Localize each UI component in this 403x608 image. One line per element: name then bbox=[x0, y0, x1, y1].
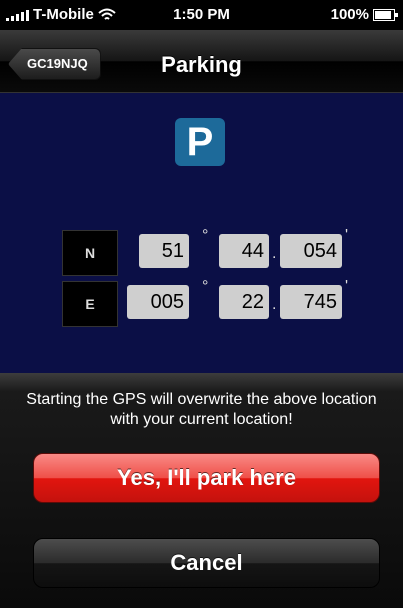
lon-fraction-field[interactable]: 745 bbox=[280, 285, 342, 319]
lat-direction-button[interactable]: N bbox=[62, 230, 118, 276]
action-sheet-message: Starting the GPS will overwrite the abov… bbox=[26, 391, 377, 428]
lon-minutes-field[interactable]: 22 bbox=[219, 285, 269, 319]
degree-symbol: ° bbox=[202, 278, 209, 295]
minute-symbol: ' bbox=[345, 278, 349, 295]
decimal-dot: . bbox=[272, 245, 277, 262]
screen: T-Mobile 1:50 PM 100% GC19NJQ Parking P … bbox=[0, 0, 403, 608]
lat-degrees-field[interactable]: 51 bbox=[139, 234, 189, 268]
cancel-button[interactable]: Cancel bbox=[33, 538, 380, 588]
battery-percent: 100% bbox=[330, 6, 369, 23]
park-here-button[interactable]: Yes, I'll park here bbox=[33, 453, 380, 503]
decimal-dot: . bbox=[272, 296, 277, 313]
parking-sign-icon: P bbox=[175, 118, 225, 166]
navigation-bar: GC19NJQ Parking bbox=[0, 30, 403, 93]
parking-panel: P N 51 ° 44 . 054 ' E 005 ° 22 . 745 ' bbox=[0, 93, 403, 373]
minute-symbol: ' bbox=[345, 227, 349, 244]
lat-fraction-field[interactable]: 054 bbox=[280, 234, 342, 268]
page-title: Parking bbox=[161, 52, 242, 77]
status-bar: T-Mobile 1:50 PM 100% bbox=[0, 0, 403, 30]
degree-symbol: ° bbox=[202, 227, 209, 244]
lon-direction-button[interactable]: E bbox=[62, 281, 118, 327]
battery-icon bbox=[373, 8, 398, 21]
action-sheet: Starting the GPS will overwrite the abov… bbox=[0, 373, 403, 608]
lon-degrees-field[interactable]: 005 bbox=[127, 285, 189, 319]
lat-minutes-field[interactable]: 44 bbox=[219, 234, 269, 268]
